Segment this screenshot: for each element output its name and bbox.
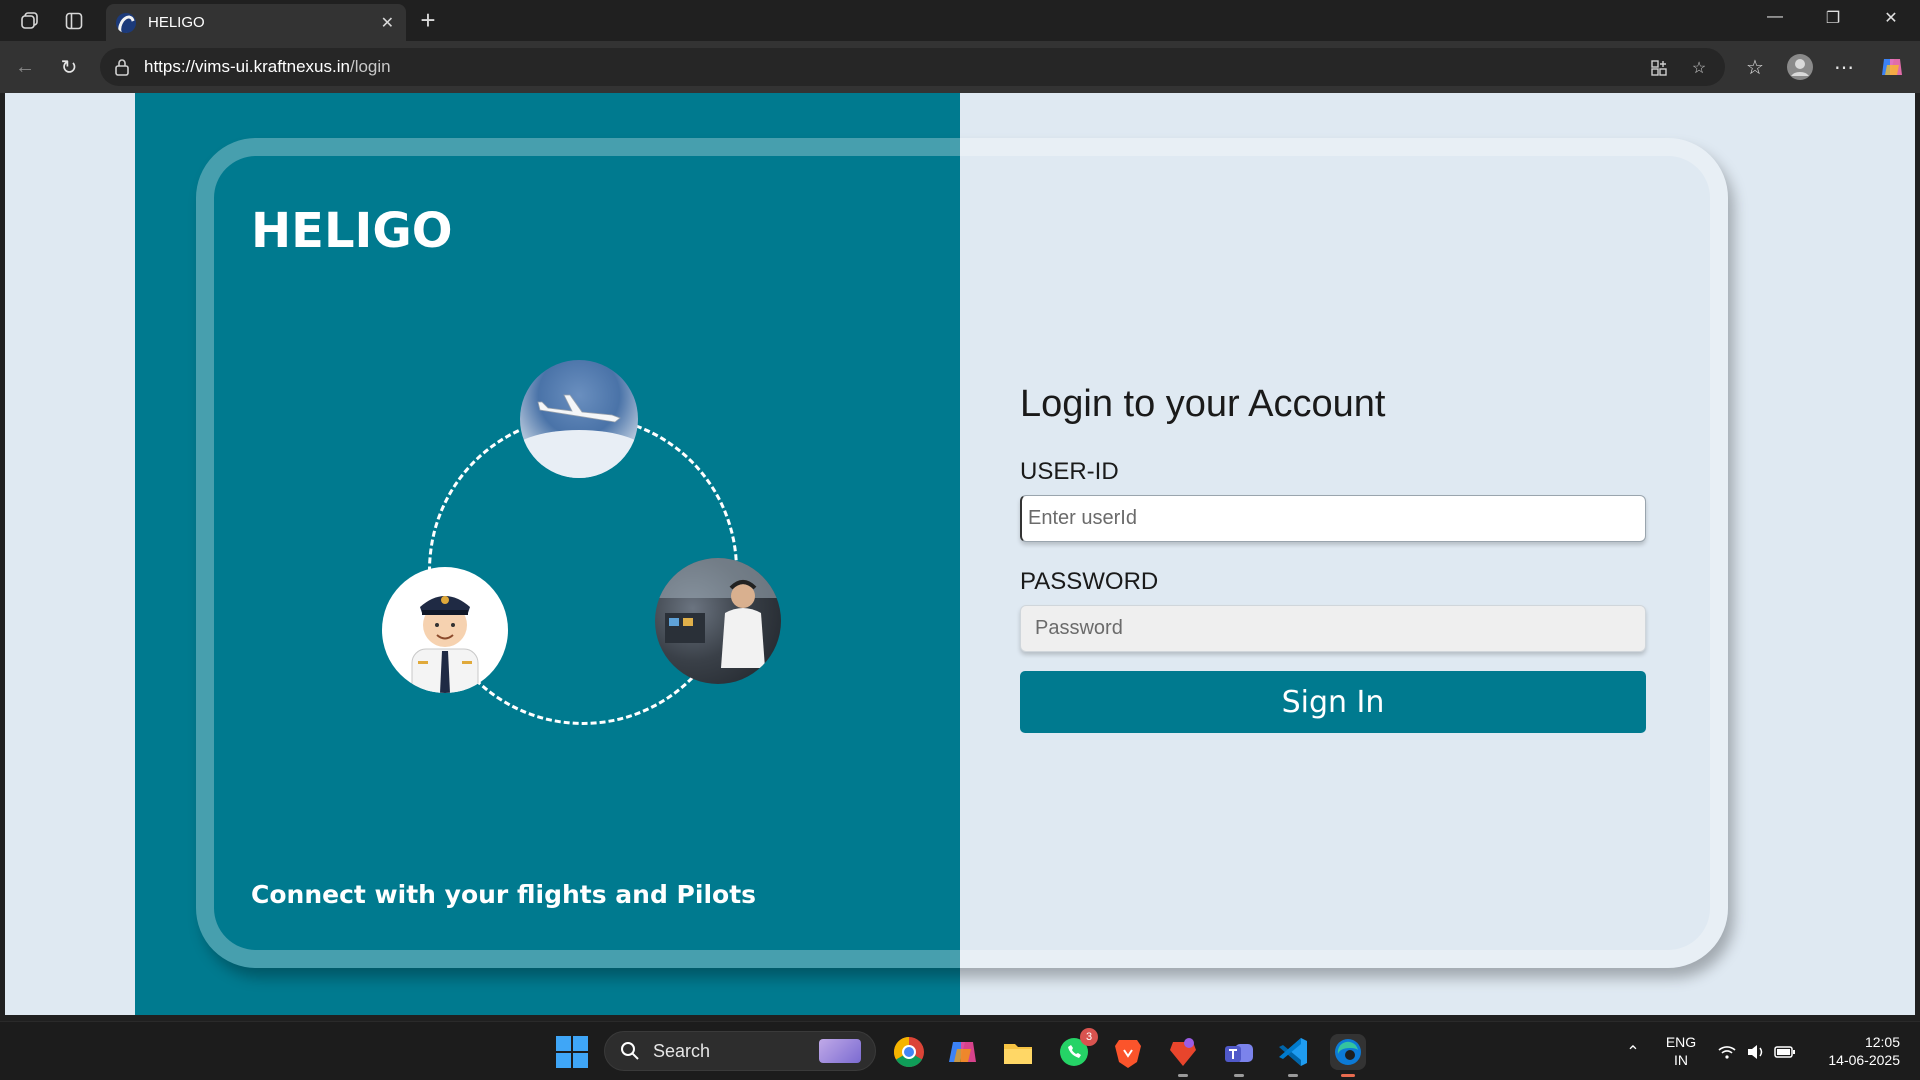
edge-icon[interactable]	[1330, 1034, 1366, 1077]
taskbar-search[interactable]: Search	[604, 1031, 876, 1071]
clock[interactable]: 12:05 14-06-2025	[1812, 1033, 1900, 1069]
brave-icon[interactable]	[1110, 1034, 1146, 1070]
teams-icon[interactable]	[1221, 1034, 1257, 1077]
whatsapp-icon[interactable]: 3	[1056, 1028, 1098, 1070]
close-tab-icon[interactable]: ✕	[381, 13, 394, 33]
page-viewport: HELIGO Connect with your flights and Pil…	[5, 93, 1915, 1015]
airplane-photo	[520, 360, 638, 478]
windows-start-icon[interactable]	[556, 1036, 588, 1068]
clock-time: 12:05	[1864, 1034, 1900, 1050]
tab-title: HELIGO	[148, 14, 205, 31]
cockpit-pilot-photo	[655, 558, 781, 684]
address-bar[interactable]: https://vims-ui.kraftnexus.in/login ☆	[100, 48, 1725, 86]
url-text[interactable]: https://vims-ui.kraftnexus.in/login	[144, 57, 391, 77]
login-heading: Login to your Account	[1020, 383, 1386, 425]
back-icon[interactable]: ←	[11, 53, 39, 81]
copilot-icon[interactable]	[1878, 53, 1906, 81]
workspaces-icon[interactable]	[17, 8, 43, 34]
restore-icon[interactable]: ❐	[1818, 8, 1848, 28]
user-id-label: USER-ID	[1020, 458, 1119, 485]
taskbar: Search 3 ⌃ ENG IN 12:05 14-06-2025	[0, 1021, 1920, 1080]
heligo-favicon-icon	[116, 12, 136, 33]
vscode-icon[interactable]	[1275, 1034, 1311, 1077]
language-indicator[interactable]: ENG IN	[1660, 1033, 1702, 1069]
running-indicator	[1341, 1074, 1355, 1077]
git-tool-icon[interactable]	[1165, 1034, 1201, 1077]
login-card-frame	[196, 138, 1728, 968]
search-icon	[619, 1040, 641, 1062]
pilot-avatar-illustration	[382, 567, 508, 693]
copilot-app-icon[interactable]	[945, 1034, 981, 1070]
running-indicator	[1288, 1074, 1298, 1077]
vertical-tabs-icon[interactable]	[61, 8, 87, 34]
show-hidden-icons-icon[interactable]: ⌃	[1622, 1041, 1644, 1063]
favorite-star-icon[interactable]: ☆	[1688, 57, 1710, 79]
minimize-icon[interactable]: —	[1760, 8, 1790, 26]
password-label: PASSWORD	[1020, 568, 1159, 595]
app-available-icon[interactable]	[1648, 57, 1670, 79]
lock-icon[interactable]	[112, 57, 132, 77]
browser-navbar: ← ↻ https://vims-ui.kraftnexus.in/login …	[0, 41, 1920, 93]
running-indicator	[1178, 1074, 1188, 1077]
brand-title: HELIGO	[251, 203, 453, 259]
brand-tagline: Connect with your flights and Pilots	[251, 880, 757, 909]
favorites-icon[interactable]: ☆	[1741, 53, 1769, 81]
clock-date: 14-06-2025	[1828, 1052, 1900, 1068]
whatsapp-badge: 3	[1080, 1028, 1098, 1046]
browser-tab[interactable]: HELIGO ✕	[106, 4, 406, 41]
password-input[interactable]	[1020, 605, 1646, 652]
sign-in-button[interactable]: Sign In	[1020, 671, 1646, 733]
running-indicator	[1234, 1074, 1244, 1077]
more-options-icon[interactable]: ⋯	[1830, 53, 1858, 81]
search-label: Search	[653, 1040, 711, 1061]
browser-titlebar: HELIGO ✕ + — ❐ ✕	[0, 0, 1920, 41]
user-id-input[interactable]	[1020, 495, 1646, 542]
wifi-icon[interactable]	[1716, 1041, 1738, 1063]
close-window-icon[interactable]: ✕	[1876, 8, 1906, 28]
file-explorer-icon[interactable]	[1000, 1034, 1036, 1070]
volume-icon[interactable]	[1745, 1041, 1767, 1063]
profile-avatar-icon[interactable]	[1786, 53, 1814, 81]
refresh-icon[interactable]: ↻	[55, 53, 83, 81]
chrome-icon[interactable]	[891, 1034, 927, 1070]
battery-icon[interactable]	[1774, 1041, 1796, 1063]
search-highlight-icon	[819, 1039, 861, 1063]
new-tab-icon[interactable]: +	[414, 6, 442, 34]
